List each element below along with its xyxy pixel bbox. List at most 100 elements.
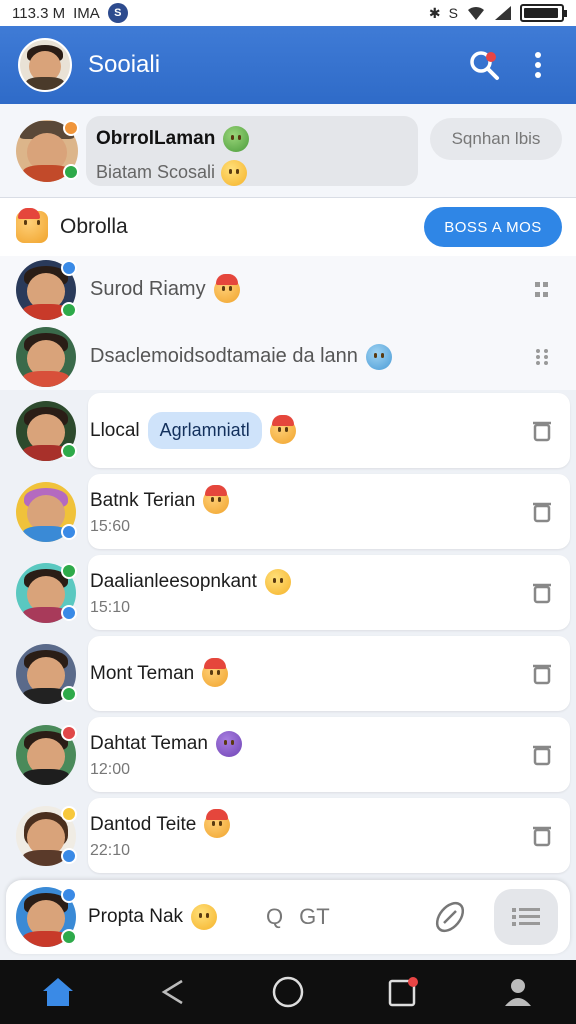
list-item[interactable]: Llocal Agrlamniatl — [0, 390, 576, 471]
notification-icon — [388, 977, 419, 1007]
conversation-name: Daalianleesopnkant — [90, 570, 257, 592]
emoji-icon — [191, 904, 218, 930]
nav-share-button[interactable] — [151, 970, 195, 1014]
emoji-icon — [213, 273, 240, 303]
section-emoji-icon — [16, 208, 48, 243]
share-icon — [161, 979, 183, 1005]
emoji-icon — [365, 343, 392, 370]
conversation-name: Dahtat Teman — [90, 732, 208, 754]
wifi-icon — [468, 6, 484, 20]
attach-icon — [435, 901, 465, 933]
avatar — [16, 724, 77, 785]
profile-icon — [505, 979, 532, 1006]
conversation-list: Surod Riamy Dsaclemoidsodtamaie da lann … — [0, 256, 576, 876]
list-item[interactable]: Dahtat Teman 12:00 — [0, 714, 576, 795]
pinned-message-bubble[interactable]: ObrrolLaman Biatam Scosali — [86, 115, 418, 186]
navigation-bar — [0, 960, 576, 1024]
conversation-name: Dantod Teite — [90, 813, 197, 835]
dots-grid-icon — [536, 348, 548, 365]
avatar — [16, 481, 77, 542]
more-options-button[interactable] — [518, 45, 558, 85]
search-button[interactable] — [464, 45, 504, 85]
status-bar: 113.3 M IMA S ✱ S — [0, 0, 576, 26]
conversation-time: 15:60 — [90, 517, 131, 535]
delete-icon — [533, 583, 551, 603]
row-action-button[interactable] — [522, 501, 562, 523]
avatar — [16, 400, 77, 461]
row-action-button[interactable] — [522, 582, 562, 604]
conversation-name: Mont Teman — [90, 662, 195, 684]
conversation-time: 22:10 — [90, 841, 131, 859]
alert-badge-icon — [61, 724, 77, 741]
more-vert-icon — [535, 52, 541, 78]
online-badge-icon — [61, 523, 77, 540]
avatar — [16, 259, 77, 320]
app-bar: Sooiali — [0, 26, 576, 104]
nav-circle-button[interactable] — [266, 970, 310, 1014]
row-action-button[interactable] — [522, 347, 562, 367]
pinned-subtitle: Biatam Scosali — [96, 162, 216, 182]
circle-icon — [272, 976, 304, 1008]
nav-notification-button[interactable] — [381, 970, 425, 1014]
row-action-button[interactable] — [522, 420, 562, 442]
status-notification-icon: S — [107, 3, 128, 23]
star-badge-icon — [63, 119, 79, 136]
star-badge-icon — [61, 562, 77, 579]
nav-profile-button[interactable] — [496, 970, 540, 1014]
conversation-name: Llocal — [90, 419, 140, 441]
composer-tool-gt[interactable]: GT — [299, 904, 330, 930]
list-icon — [512, 908, 540, 926]
list-item[interactable]: Dantod Teite 22:10 — [0, 795, 576, 876]
list-item[interactable]: Batnk Terian 15:60 — [0, 471, 576, 552]
list-item[interactable]: Daalianleesopnkant 15:10 — [0, 552, 576, 633]
menu-button[interactable] — [494, 889, 558, 945]
message-chip[interactable]: Agrlamniatl — [147, 412, 262, 449]
section-action-button[interactable]: BOSS A MOS — [424, 207, 562, 247]
emoji-icon — [204, 808, 231, 838]
list-item[interactable]: Surod Riamy — [0, 256, 576, 323]
avatar — [16, 887, 77, 947]
online-badge-icon — [61, 301, 77, 318]
emoji-icon — [202, 657, 229, 687]
delete-icon — [533, 664, 551, 684]
verified-badge-icon — [61, 887, 77, 903]
conversation-name: Surod Riamy — [90, 278, 206, 300]
online-badge-icon — [61, 604, 77, 621]
pinned-action-button[interactable]: Sqnhan lbis — [430, 118, 562, 160]
status-time: 113.3 M — [12, 4, 66, 22]
pinned-name: ObrrolLaman — [96, 127, 216, 149]
attach-button[interactable] — [430, 897, 470, 937]
status-carrier: IMA — [73, 4, 100, 22]
list-item[interactable]: Mont Teman — [0, 633, 576, 714]
list-item[interactable]: Dsaclemoidsodtamaie da lann — [0, 323, 576, 390]
emoji-icon — [264, 568, 291, 595]
composer-bar: Propta Nak Q GT — [6, 880, 570, 954]
composer-tool-q[interactable]: Q — [266, 904, 283, 930]
status-signal-text: S — [448, 5, 458, 21]
app-title: Sooiali — [88, 51, 161, 78]
avatar — [16, 326, 76, 387]
row-action-button[interactable] — [522, 663, 562, 685]
avatar — [16, 119, 79, 182]
row-action-button[interactable] — [522, 280, 562, 300]
search-icon — [470, 51, 499, 80]
row-action-button[interactable] — [522, 825, 562, 847]
avatar — [16, 562, 77, 623]
pinned-conversation[interactable]: ObrrolLaman Biatam Scosali Sqnhan lbis — [0, 104, 576, 198]
delete-icon — [533, 502, 551, 522]
emoji-icon — [269, 414, 296, 444]
conversation-time: 15:10 — [90, 598, 131, 616]
smile-emoji-icon — [221, 159, 248, 186]
nav-home-button[interactable] — [36, 970, 80, 1014]
section-header: Obrolla BOSS A MOS — [0, 198, 576, 256]
emoji-icon — [215, 730, 242, 757]
online-badge-icon — [61, 847, 77, 864]
profile-avatar[interactable] — [18, 38, 72, 92]
avatar — [16, 643, 77, 704]
emoji-icon — [203, 484, 230, 514]
row-action-button[interactable] — [522, 744, 562, 766]
online-badge-icon — [61, 685, 77, 702]
grid-icon — [535, 281, 548, 297]
delete-icon — [533, 421, 551, 441]
verified-badge-icon — [61, 259, 77, 276]
